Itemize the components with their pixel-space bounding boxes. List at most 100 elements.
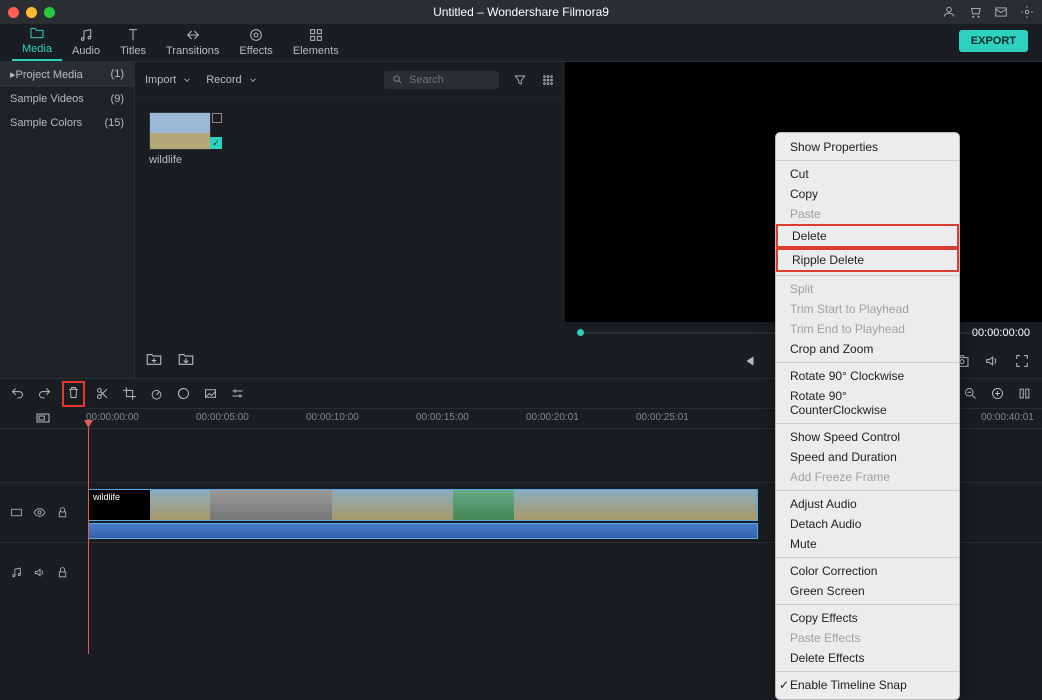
delete-icon[interactable] xyxy=(66,385,81,400)
context-menu-item: Add Freeze Frame xyxy=(776,467,959,487)
context-menu-separator xyxy=(776,557,959,558)
context-menu-item[interactable]: Color Correction xyxy=(776,561,959,581)
preview-timecode: 00:00:00:00 xyxy=(972,327,1030,339)
media-clip[interactable]: ✓ wildlife xyxy=(149,112,211,166)
nav-elements[interactable]: Elements xyxy=(283,25,349,61)
context-menu-separator xyxy=(776,604,959,605)
context-menu-separator xyxy=(776,275,959,276)
adjust-icon[interactable] xyxy=(230,386,245,401)
media-panel: Import Record ✓ wildlife xyxy=(135,62,565,378)
lock-icon[interactable] xyxy=(56,566,69,579)
sidebar-item-project-media[interactable]: ▸Project Media(1) xyxy=(0,62,134,87)
context-menu-separator xyxy=(776,362,959,363)
clip-used-check-icon: ✓ xyxy=(210,137,222,149)
record-dropdown[interactable]: Record xyxy=(206,74,257,86)
undo-icon[interactable] xyxy=(10,386,25,401)
context-menu-item[interactable]: Show Speed Control xyxy=(776,427,959,447)
titlebar: Untitled – Wondershare Filmora9 xyxy=(0,0,1042,24)
greenscreen-icon[interactable] xyxy=(203,386,218,401)
audio-track-icon xyxy=(10,566,23,579)
context-menu-item: Trim Start to Playhead xyxy=(776,299,959,319)
import-folder-icon[interactable] xyxy=(177,350,195,368)
visibility-icon[interactable] xyxy=(33,506,46,519)
video-clip-label: wildlife xyxy=(93,492,120,502)
close-window[interactable] xyxy=(8,7,19,18)
new-folder-icon[interactable] xyxy=(145,350,163,368)
grid-view-icon[interactable] xyxy=(541,73,555,87)
nav-effects[interactable]: Effects xyxy=(229,25,282,61)
nav-titles[interactable]: Titles xyxy=(110,25,156,61)
account-icon[interactable] xyxy=(942,5,956,19)
context-menu-item[interactable]: Adjust Audio xyxy=(776,494,959,514)
media-sidebar: ▸Project Media(1) Sample Videos(9) Sampl… xyxy=(0,62,135,378)
context-menu-separator xyxy=(776,671,959,672)
context-menu-item[interactable]: Rotate 90° CounterClockwise xyxy=(776,386,959,420)
context-menu-item: Split xyxy=(776,279,959,299)
mute-icon[interactable] xyxy=(33,566,46,579)
context-menu-item[interactable]: Green Screen xyxy=(776,581,959,601)
media-search[interactable] xyxy=(384,71,499,89)
minimize-window[interactable] xyxy=(26,7,37,18)
context-menu-separator xyxy=(776,423,959,424)
cart-icon[interactable] xyxy=(968,5,982,19)
nav-media[interactable]: Media xyxy=(12,23,62,61)
video-track-icon xyxy=(10,506,23,519)
audio-track-header[interactable] xyxy=(0,542,86,602)
clip-info-icon[interactable] xyxy=(212,113,222,123)
sidebar-item-sample-colors[interactable]: Sample Colors(15) xyxy=(0,111,134,135)
filter-icon[interactable] xyxy=(513,73,527,87)
context-menu-item[interactable]: Mute xyxy=(776,534,959,554)
context-menu-item[interactable]: Detach Audio xyxy=(776,514,959,534)
timeline-overview-icon[interactable] xyxy=(35,410,51,426)
search-input[interactable] xyxy=(409,74,489,86)
split-icon[interactable] xyxy=(95,386,110,401)
context-menu-separator xyxy=(776,160,959,161)
context-menu-separator xyxy=(776,490,959,491)
delete-button-highlight xyxy=(62,381,85,407)
marker-add-icon[interactable] xyxy=(990,386,1005,401)
speed-icon[interactable] xyxy=(149,386,164,401)
lock-icon[interactable] xyxy=(56,506,69,519)
primary-navigation: Media Audio Titles Transitions Effects E… xyxy=(0,24,1042,62)
video-track-header[interactable] xyxy=(0,482,86,542)
context-menu-item: Paste xyxy=(776,204,959,224)
scrubber-handle[interactable] xyxy=(577,329,584,336)
context-menu-item[interactable]: Cut xyxy=(776,164,959,184)
context-menu-item[interactable]: Crop and Zoom xyxy=(776,339,959,359)
nav-transitions[interactable]: Transitions xyxy=(156,25,229,61)
zoom-out-icon[interactable] xyxy=(963,386,978,401)
sidebar-item-sample-videos[interactable]: Sample Videos(9) xyxy=(0,87,134,111)
attached-audio-clip[interactable] xyxy=(88,523,758,539)
context-menu: Show Properties CutCopyPasteDeleteRipple … xyxy=(775,132,960,700)
context-menu-item[interactable]: Copy xyxy=(776,184,959,204)
context-menu-item[interactable]: ✓Enable Timeline Snap xyxy=(776,675,959,695)
playhead[interactable] xyxy=(88,428,89,654)
maximize-window[interactable] xyxy=(44,7,55,18)
settings-icon[interactable] xyxy=(1020,5,1034,19)
context-menu-item: Paste Effects xyxy=(776,628,959,648)
window-title: Untitled – Wondershare Filmora9 xyxy=(433,5,609,19)
context-menu-item[interactable]: Rotate 90° Clockwise xyxy=(776,366,959,386)
redo-icon[interactable] xyxy=(37,386,52,401)
context-menu-item[interactable]: Speed and Duration xyxy=(776,447,959,467)
context-menu-item[interactable]: Ripple Delete xyxy=(776,248,959,272)
context-menu-item[interactable]: Copy Effects xyxy=(776,608,959,628)
crop-icon[interactable] xyxy=(122,386,137,401)
window-controls xyxy=(8,7,55,18)
context-menu-item[interactable]: Show Properties xyxy=(776,137,959,157)
volume-icon[interactable] xyxy=(984,353,1000,369)
prev-frame-button[interactable] xyxy=(743,354,757,368)
track-manager-icon[interactable] xyxy=(1017,386,1032,401)
video-clip[interactable]: wildlife xyxy=(88,489,758,521)
color-icon[interactable] xyxy=(176,386,191,401)
track-header-spacer xyxy=(0,428,86,482)
search-icon xyxy=(392,74,403,85)
export-button[interactable]: EXPORT xyxy=(959,30,1028,52)
import-dropdown[interactable]: Import xyxy=(145,74,192,86)
context-menu-item[interactable]: Delete xyxy=(776,224,959,248)
context-menu-item[interactable]: Delete Effects xyxy=(776,648,959,668)
fullscreen-icon[interactable] xyxy=(1014,353,1030,369)
mail-icon[interactable] xyxy=(994,5,1008,19)
nav-audio[interactable]: Audio xyxy=(62,25,110,61)
clip-thumbnail: ✓ xyxy=(149,112,211,150)
